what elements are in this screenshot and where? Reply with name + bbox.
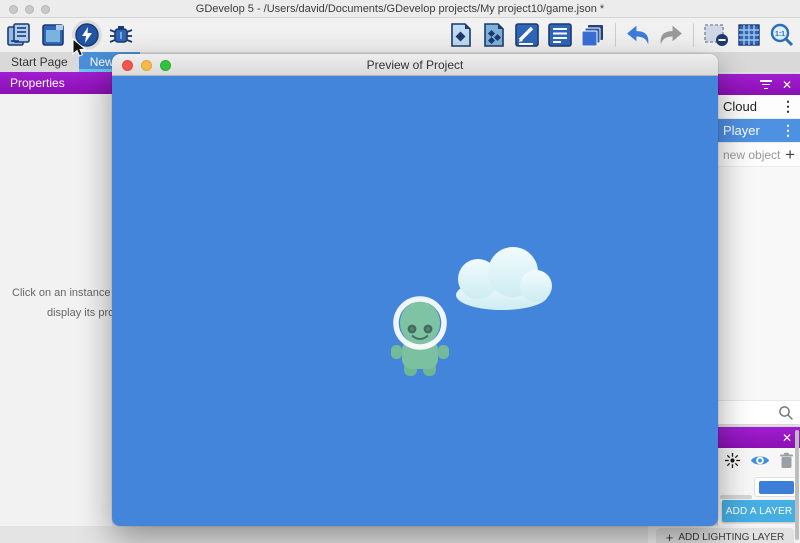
object-row-player[interactable]: Player ⋮: [718, 119, 800, 143]
object-search-input[interactable]: [718, 400, 800, 424]
zoom-options-icon: 1:1: [769, 22, 795, 48]
properties-hint-line2: display its prop: [47, 307, 112, 319]
toolbar-separator: [693, 23, 694, 47]
objects-editor-icon: [449, 22, 473, 48]
debugger-button[interactable]: [107, 21, 135, 49]
properties-panel: Properties Click on an instance in displ…: [0, 72, 112, 526]
preview-window-controls: [122, 60, 171, 71]
cloud-sprite: [456, 247, 552, 310]
layers-panel-header: ✕: [718, 427, 800, 448]
layer-row-controls: [718, 448, 800, 473]
project-manager-button[interactable]: [5, 21, 33, 49]
layer-name-selection: [759, 481, 794, 494]
vertical-scrollbar[interactable]: [795, 430, 799, 540]
properties-hint-line1: Click on an instance in: [12, 287, 112, 299]
main-toolbar: 1:1: [0, 18, 800, 52]
minimize-preview-icon[interactable]: [141, 60, 152, 71]
object-groups-icon: [482, 22, 506, 48]
layers-editor-icon: [580, 22, 606, 48]
start-page-icon: [40, 22, 66, 48]
properties-panel-title: Properties: [10, 76, 65, 90]
horizontal-scrollbar[interactable]: [720, 495, 752, 499]
preview-titlebar[interactable]: Preview of Project: [112, 54, 718, 76]
toolbar-right-group: 1:1: [447, 18, 796, 52]
close-icon[interactable]: ✕: [782, 79, 792, 91]
object-groups-button[interactable]: [480, 21, 508, 49]
instances-list-button[interactable]: [546, 21, 574, 49]
game-scene: [112, 76, 718, 526]
objects-panel: ✕ Cloud ⋮ Player ⋮ new object +: [718, 74, 800, 424]
filter-icon[interactable]: [760, 80, 772, 89]
toggle-grid-icon: [737, 23, 761, 47]
redo-icon: [657, 22, 685, 48]
redo-button[interactable]: [657, 21, 685, 49]
undo-button[interactable]: [624, 21, 652, 49]
plus-icon: +: [666, 530, 674, 543]
minimize-window-icon[interactable]: [25, 5, 34, 14]
add-object-label: new object: [723, 148, 780, 162]
toolbar-left-group: [0, 21, 135, 49]
screen: { "window": { "title": "GDevelop 5 - /Us…: [0, 0, 800, 543]
tab-start-page[interactable]: Start Page: [0, 52, 79, 72]
svg-text:1:1: 1:1: [775, 31, 785, 38]
layer-visibility-icon[interactable]: [750, 453, 770, 468]
zoom-options-button[interactable]: 1:1: [768, 21, 796, 49]
maximize-preview-icon[interactable]: [160, 60, 171, 71]
layer-name-input[interactable]: [754, 477, 798, 497]
layer-delete-icon[interactable]: [779, 452, 794, 469]
kebab-menu-icon[interactable]: ⋮: [781, 98, 795, 115]
object-name: Cloud: [723, 99, 757, 114]
add-layer-button[interactable]: ADD A LAYER: [722, 500, 796, 522]
app-title: GDevelop 5 - /Users/david/Documents/GDev…: [196, 3, 604, 15]
objects-editor-button[interactable]: [447, 21, 475, 49]
close-window-icon[interactable]: [9, 5, 18, 14]
search-icon: [778, 405, 794, 421]
properties-panel-header[interactable]: Properties: [0, 72, 112, 94]
layer-effects-icon[interactable]: [724, 452, 741, 469]
project-manager-icon: [6, 22, 32, 48]
toggle-grid-button[interactable]: [735, 21, 763, 49]
instances-list-icon: [548, 23, 572, 47]
toggle-mask-icon: [703, 23, 729, 47]
app-titlebar: GDevelop 5 - /Users/david/Documents/GDev…: [0, 0, 800, 18]
scene-properties-button[interactable]: [513, 21, 541, 49]
toolbar-separator: [615, 23, 616, 47]
add-lighting-layer-button[interactable]: + ADD LIGHTING LAYER: [656, 528, 794, 543]
mouse-cursor: [72, 38, 88, 58]
close-icon[interactable]: ✕: [782, 432, 792, 444]
layers-editor-button[interactable]: [579, 21, 607, 49]
objects-panel-header: ✕: [718, 74, 800, 95]
game-scene-canvas[interactable]: [112, 76, 718, 526]
kebab-menu-icon[interactable]: ⋮: [781, 122, 795, 139]
toggle-mask-button[interactable]: [702, 21, 730, 49]
undo-icon: [624, 22, 652, 48]
debugger-icon: [108, 22, 134, 48]
close-preview-icon[interactable]: [122, 60, 133, 71]
window-controls[interactable]: [9, 5, 50, 14]
add-lighting-layer-label: ADD LIGHTING LAYER: [678, 532, 784, 543]
start-page-button[interactable]: [39, 21, 67, 49]
maximize-window-icon[interactable]: [41, 5, 50, 14]
object-row-cloud[interactable]: Cloud ⋮: [718, 95, 800, 119]
preview-title: Preview of Project: [367, 58, 464, 72]
object-name: Player: [723, 123, 760, 138]
plus-icon: +: [785, 145, 795, 165]
preview-window: Preview of Project: [112, 54, 718, 526]
scene-properties-icon: [515, 23, 539, 47]
add-object-row[interactable]: new object +: [718, 143, 800, 167]
